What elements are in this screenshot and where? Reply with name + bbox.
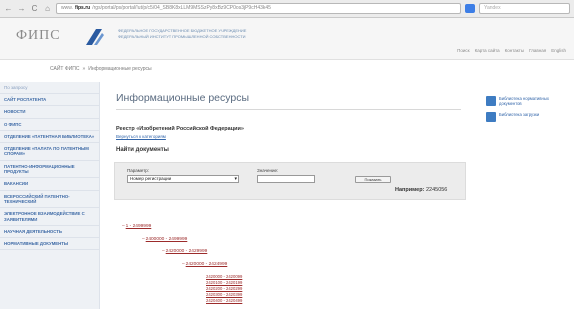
left-sidebar: По запросу Сайт Роспатента Новости О ФИП… xyxy=(0,82,100,309)
tree-expand-icon: – xyxy=(122,224,125,229)
browser-toolbar: ← → C ⌂ www. fips.ru /rgs/portal/ps/port… xyxy=(0,0,574,18)
sidebar-item-all-russian[interactable]: Всероссийский патентно-технический xyxy=(0,191,99,209)
tree-level-2-label: 2400000 - 2499999 xyxy=(145,237,188,242)
tree-level-4-label: 2420000 - 2424999 xyxy=(185,262,228,267)
url-prefix: www. xyxy=(61,5,73,11)
tree-leaf[interactable]: 2420000 - 2420099 xyxy=(206,274,242,279)
sidebar-item-info-products[interactable]: Патентно-информационные продукты xyxy=(0,161,99,179)
top-link-sitemap[interactable]: Карта сайта xyxy=(475,48,500,53)
site-header: ФИПС ФЕДЕРАЛЬНОЕ ГОСУДАРСТВЕННОЕ БЮДЖЕТН… xyxy=(0,18,574,60)
home-icon[interactable]: ⌂ xyxy=(43,4,52,13)
breadcrumb-home[interactable]: САЙТ ФИПС xyxy=(50,66,79,72)
chevron-down-icon: ▾ xyxy=(234,176,237,182)
forward-arrow-icon[interactable]: → xyxy=(17,4,26,13)
site-logo[interactable]: ФИПС xyxy=(16,28,61,44)
reload-icon[interactable]: C xyxy=(30,4,39,13)
rss-icon[interactable] xyxy=(465,4,475,13)
tree-level-1-label: 1 - 2499999 xyxy=(125,224,152,229)
parameter-label: Параметр: xyxy=(127,168,150,173)
value-label: Значение: xyxy=(257,168,279,173)
value-input[interactable] xyxy=(257,175,315,183)
url-path: /rgs/portal/ps/portal/!ut/p/c5/04_SB8K8x… xyxy=(92,5,271,11)
back-arrow-icon[interactable]: ← xyxy=(4,4,13,13)
find-documents-heading: Найти документы xyxy=(116,147,169,153)
regulations-library-label: Библиотека нормативных документов xyxy=(499,96,549,106)
browser-search-input[interactable]: Yandex xyxy=(479,3,570,14)
search-panel: Параметр: Номер регистрации ▾ Значение: … xyxy=(114,162,466,200)
tree-expand-icon: – xyxy=(162,249,165,254)
sidebar-item-patent-library[interactable]: Отделение «Патентная библиотека» xyxy=(0,131,99,144)
sidebar-item-science[interactable]: Научная деятельность xyxy=(0,226,99,239)
top-link-search[interactable]: Поиск xyxy=(457,48,469,53)
sidebar-item-news[interactable]: Новости xyxy=(0,106,99,119)
download-icon xyxy=(486,112,496,122)
address-bar[interactable]: www. fips.ru /rgs/portal/ps/portal/!ut/p… xyxy=(56,3,461,14)
breadcrumb-separator: » xyxy=(82,66,86,72)
sidebar-item-regulations[interactable]: Нормативные документы xyxy=(0,238,99,251)
sidebar-item-disputes-chamber[interactable]: Отделение «Палата по патентным спорам» xyxy=(0,143,99,161)
sidebar-item-electronic[interactable]: Электронное взаимодействие с заявителями xyxy=(0,208,99,226)
title-divider xyxy=(116,109,461,110)
tree-expand-icon: – xyxy=(142,237,145,242)
tree-expand-icon: – xyxy=(182,262,185,267)
registry-title: Реестр «Изобретений Российской Федерации… xyxy=(116,126,244,132)
breadcrumb-current: Информационные ресурсы xyxy=(88,66,152,72)
tree-level-3[interactable]: –2420000 - 2429999 xyxy=(162,249,207,254)
org-name: ФЕДЕРАЛЬНОЕ ГОСУДАРСТВЕННОЕ БЮДЖЕТНОЕ УЧ… xyxy=(118,28,328,39)
tree-leaf[interactable]: 2420100 - 2420199 xyxy=(206,280,242,285)
org-name-line2: ФЕДЕРАЛЬНЫЙ ИНСТИТУТ ПРОМЫШЛЕННОЙ СОБСТВ… xyxy=(118,33,246,39)
document-icon xyxy=(486,96,496,106)
sidebar-item-vacancies[interactable]: Вакансии xyxy=(0,178,99,191)
downloads-library-label: Библиотека загрузки xyxy=(499,112,540,117)
example-label: Например: xyxy=(395,187,425,193)
tree-leaf[interactable]: 2420300 - 2420399 xyxy=(206,292,242,297)
sidebar-item-about[interactable]: О ФИПС xyxy=(0,119,99,131)
regulations-library-link[interactable]: Библиотека нормативных документов xyxy=(486,96,565,106)
tree-level-1[interactable]: –1 - 2499999 xyxy=(122,224,151,229)
example-value: 2245056 xyxy=(425,187,448,193)
top-link-english[interactable]: English xyxy=(551,48,566,53)
tree-level-2[interactable]: –2400000 - 2499999 xyxy=(142,237,187,242)
top-links: Поиск Карта сайта Контакты Главная Engli… xyxy=(457,48,566,53)
downloads-library-link[interactable]: Библиотека загрузки xyxy=(486,112,565,122)
main-content: Информационные ресурсы Реестр «Изобретен… xyxy=(100,82,472,309)
show-button[interactable]: Показать xyxy=(355,176,391,183)
top-link-home[interactable]: Главная xyxy=(529,48,546,53)
top-link-contacts[interactable]: Контакты xyxy=(505,48,524,53)
sidebar-item-rospatent[interactable]: Сайт Роспатента xyxy=(0,94,99,107)
parameter-select-value: Номер регистрации xyxy=(130,176,172,181)
url-domain: fips.ru xyxy=(74,5,91,11)
tree-leaf[interactable]: 2420200 - 2420299 xyxy=(206,286,242,291)
tree-leaf[interactable]: 2420400 - 2420499 xyxy=(206,298,242,303)
tree-level-3-label: 2420000 - 2429999 xyxy=(165,249,208,254)
example-hint: Например: 2245056 xyxy=(395,187,447,193)
tree-level-4[interactable]: –2420000 - 2424999 xyxy=(182,262,227,267)
right-sidebar: Библиотека нормативных документов Библио… xyxy=(472,82,574,309)
parameter-select[interactable]: Номер регистрации ▾ xyxy=(127,175,239,183)
page-title: Информационные ресурсы xyxy=(116,92,250,104)
sidebar-search[interactable]: По запросу xyxy=(0,82,99,94)
back-to-categories-link[interactable]: Вернуться к категориям xyxy=(116,134,166,139)
breadcrumb: САЙТ ФИПС » Информационные ресурсы xyxy=(50,66,152,72)
fips-emblem-icon xyxy=(86,29,104,45)
